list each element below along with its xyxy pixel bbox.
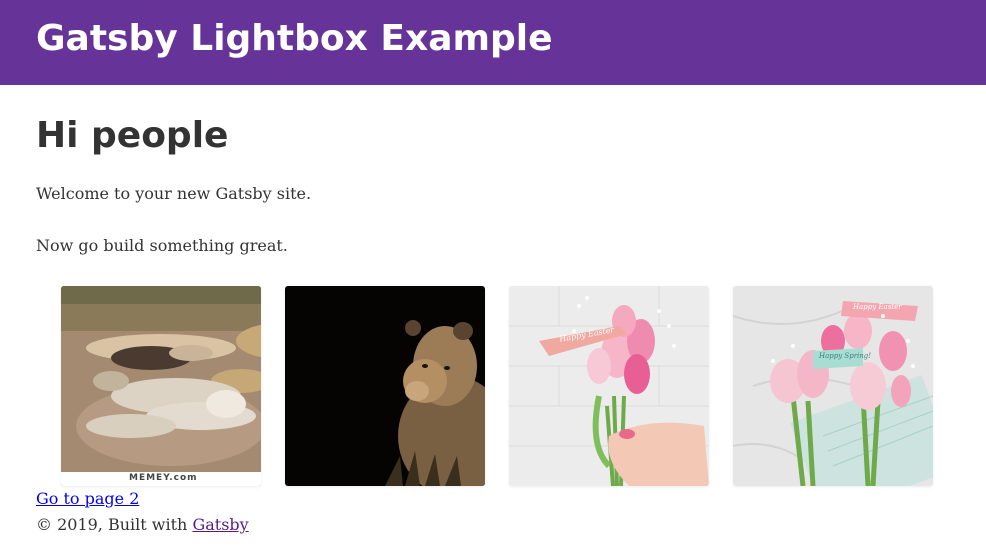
site-footer: © 2019, Built with Gatsby	[36, 513, 249, 537]
copyright-text: © 2019, Built with	[36, 515, 188, 534]
gallery-thumb-lioness[interactable]	[285, 286, 485, 486]
welcome-paragraph: Welcome to your new Gatsby site.	[36, 184, 312, 203]
bouquet-banner-text-2: Happy Spring!	[819, 352, 872, 360]
tulip-bouquets-image	[733, 286, 933, 486]
build-paragraph: Now go build something great.	[36, 236, 288, 255]
page-title: Hi people	[36, 115, 229, 156]
hand-holding-tulips-image	[509, 286, 709, 486]
gallery-thumb-tulip-bouquets[interactable]: Happy Easter Happy Spring!	[733, 286, 933, 486]
site-header: Gatsby Lightbox Example	[0, 0, 986, 85]
bouquet-banner-text: Happy Easter	[853, 303, 902, 311]
gallery-thumb-tulips-hand[interactable]: Happy Easter	[509, 286, 709, 486]
site-title-link[interactable]: Gatsby Lightbox Example	[36, 16, 553, 62]
image-gallery: MEMEY.com Happy Easter Happy Easter Happ…	[61, 286, 934, 486]
gatsby-link[interactable]: Gatsby	[192, 515, 248, 534]
go-to-page-2-link[interactable]: Go to page 2	[36, 487, 139, 511]
gallery-thumb-lions-woman[interactable]: MEMEY.com	[61, 286, 261, 486]
woman-lying-with-lions-image	[61, 286, 261, 486]
memey-watermark: MEMEY.com	[129, 473, 198, 483]
lioness-dark-background-image	[285, 286, 485, 486]
